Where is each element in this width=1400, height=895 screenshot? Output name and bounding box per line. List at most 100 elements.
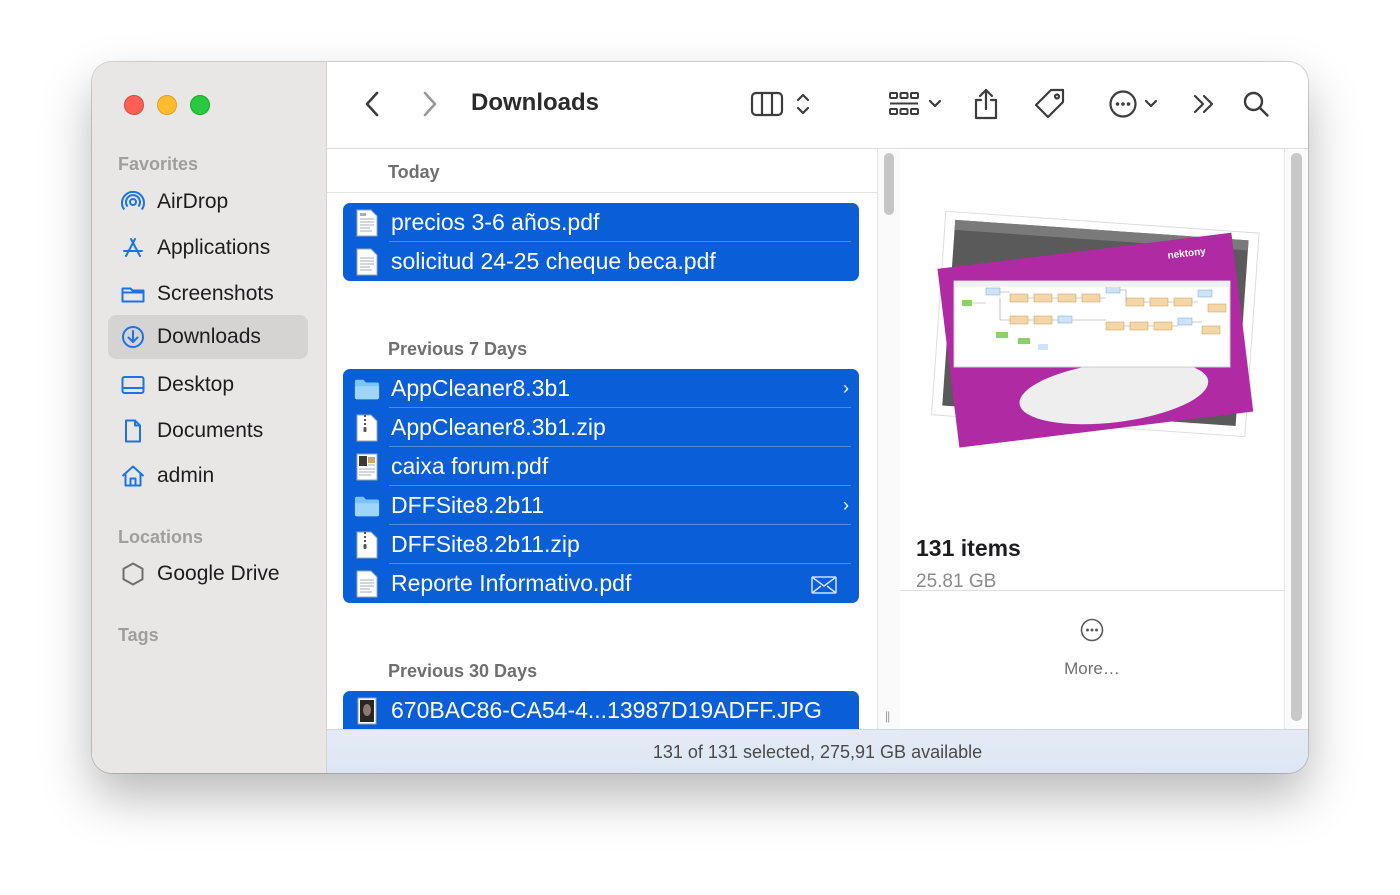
zip-file-icon [354,530,380,560]
back-icon [364,91,380,117]
mail-icon [811,573,837,600]
column-view-icon [750,91,784,117]
forward-icon [422,91,438,117]
image-file-icon [354,696,380,726]
sidebar: Favorites AirDrop Applications Screensho… [92,62,327,773]
sidebar-item-google-drive[interactable]: Google Drive [108,552,308,596]
file-name: solicitud 24-25 cheque beca.pdf [391,248,716,274]
file-name: AppCleaner8.3b1.zip [391,414,606,440]
sidebar-item-label: AirDrop [157,190,229,213]
chevron-down-icon [928,99,942,109]
list-item[interactable]: DFFSite8.2b11 › [343,486,859,525]
list-item[interactable]: Reporte Informativo.pdf [343,564,859,603]
sidebar-item-label: Desktop [157,373,235,396]
file-name: precios 3-6 años.pdf [391,209,600,235]
list-scrollbar[interactable]: || [877,149,900,729]
chevron-right-icon: › [843,378,849,398]
sidebar-item-label: admin [157,464,215,487]
scrollbar-thumb[interactable] [884,153,894,215]
sidebar-section-favorites: Favorites [118,154,199,174]
tag-icon [1033,87,1067,121]
file-name: Reporte Informativo.pdf [391,570,632,596]
sidebar-item-label: Applications [157,236,271,259]
sidebar-item-screenshots[interactable]: Screenshots [108,272,308,316]
forward-button[interactable] [417,84,443,124]
sidebar-item-documents[interactable]: Documents [108,409,308,453]
sidebar-item-label: Downloads [157,325,261,348]
pdf-image-file-icon [354,452,380,482]
selection-block-today: precios 3-6 años.pdf solicitud 24-25 che… [343,203,859,281]
file-list: Today precios 3-6 años.pdf solicitud 24-… [327,149,877,729]
list-item[interactable]: caixa forum.pdf [343,447,859,486]
download-icon [120,324,146,350]
scrollbar-thumb[interactable] [1291,153,1302,721]
pdf-file-icon [354,247,380,277]
window-controls [124,95,210,115]
file-name: AppCleaner8.3b1 [391,375,571,401]
preview-pane: nektony 131 items 25.81 GB More… [900,149,1284,729]
column-resize-handle[interactable]: || [885,709,890,723]
sidebar-item-label: Screenshots [157,282,274,305]
list-item[interactable]: AppCleaner8.3b1.zip [343,408,859,447]
sidebar-item-admin[interactable]: admin [108,454,308,498]
file-name: caixa forum.pdf [391,453,549,479]
close-button[interactable] [124,95,144,115]
chevron-right-icon: › [843,495,849,515]
list-item[interactable]: solicitud 24-25 cheque beca.pdf [343,242,859,281]
more-button[interactable]: More… [900,659,1284,679]
list-item[interactable]: 670BAC86-CA54-4...13987D19ADFF.JPG [343,691,859,729]
more-icon[interactable] [1080,618,1104,647]
sidebar-section-locations: Locations [118,527,204,547]
sidebar-item-label: Documents [157,419,264,442]
home-icon [120,463,146,489]
share-icon [973,87,999,121]
search-button[interactable] [1241,84,1271,124]
desktop-icon [120,372,146,398]
preview-item-count: 131 items [916,535,1021,561]
group-header-today: Today [388,162,440,182]
sidebar-item-airdrop[interactable]: AirDrop [108,180,308,224]
file-name: DFFSite8.2b11 [391,492,544,518]
more-actions-button[interactable] [1103,84,1163,124]
airdrop-icon [120,189,146,215]
finder-window: Favorites AirDrop Applications Screensho… [92,62,1308,773]
status-text: 131 of 131 selected, 275,91 GB available [652,741,983,762]
status-bar: 131 of 131 selected, 275,91 GB available [327,729,1308,773]
chevron-updown-icon [796,92,810,116]
pdf-file-icon [354,208,380,238]
list-item[interactable]: DFFSite8.2b11.zip [343,525,859,564]
list-item[interactable]: precios 3-6 años.pdf [343,203,859,242]
list-item[interactable]: AppCleaner8.3b1 › [343,369,859,408]
applications-icon [120,235,146,261]
search-icon [1242,90,1270,118]
window-title: Downloads [471,89,600,116]
sidebar-section-tags: Tags [118,625,159,645]
pdf-file-icon [354,569,380,599]
toolbar: Downloads [327,62,1308,149]
minimize-button[interactable] [157,95,177,115]
sidebar-item-applications[interactable]: Applications [108,226,308,270]
expand-toolbar-icon [1192,93,1216,115]
view-mode-button[interactable] [745,84,815,124]
sidebar-item-label: Google Drive [157,562,280,585]
divider [327,192,877,193]
preview-thumbnail: nektony [926,204,1266,454]
preview-scrollbar[interactable] [1284,149,1308,729]
zip-file-icon [354,413,380,443]
file-name: 670BAC86-CA54-4...13987D19ADFF.JPG [391,697,822,723]
group-button[interactable] [885,84,945,124]
more-actions-icon [1108,89,1138,119]
chevron-down-icon [1144,99,1158,109]
sidebar-item-downloads[interactable]: Downloads [108,315,308,359]
share-button[interactable] [971,84,1001,124]
group-header-previous-7-days: Previous 7 Days [388,339,528,359]
zoom-button[interactable] [190,95,210,115]
back-button[interactable] [359,84,385,124]
folder-icon [354,491,380,521]
sidebar-item-desktop[interactable]: Desktop [108,363,308,407]
expand-toolbar-button[interactable] [1191,84,1217,124]
tag-button[interactable] [1033,84,1067,124]
document-icon [120,418,146,444]
hexagon-icon [120,561,146,587]
folder-icon [120,281,146,307]
